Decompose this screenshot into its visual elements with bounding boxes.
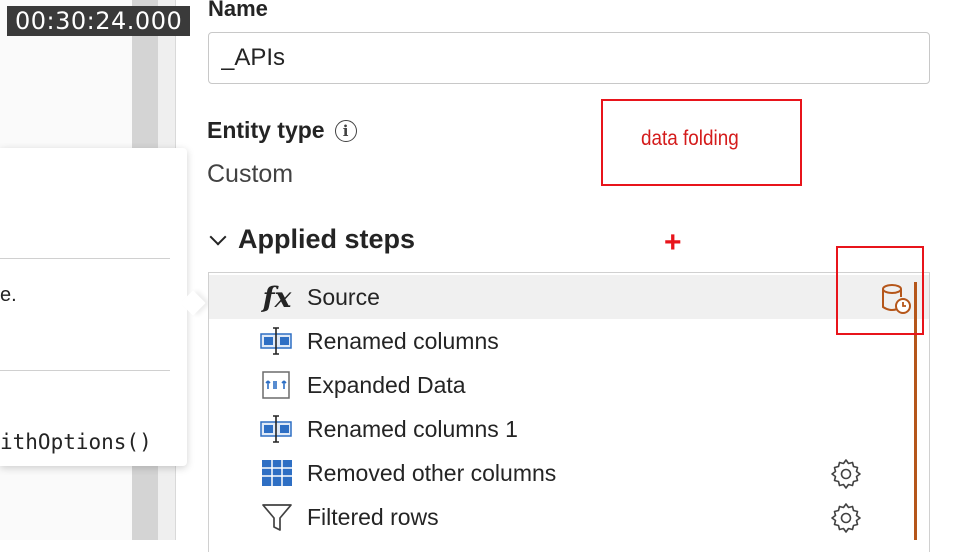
step-renamed-columns-1[interactable]: Renamed columns 1 bbox=[209, 407, 929, 451]
step-label: Filtered rows bbox=[307, 503, 439, 530]
step-source[interactable]: fx Source bbox=[209, 275, 929, 319]
step-label: Renamed columns bbox=[307, 327, 499, 354]
step-renamed-columns[interactable]: Renamed columns bbox=[209, 319, 929, 363]
step-filtered-rows[interactable]: Filtered rows bbox=[209, 495, 929, 539]
annotation-plus: + bbox=[664, 226, 682, 259]
applied-steps-list: fx Source Renamed columns Expanded Data … bbox=[208, 272, 930, 552]
tooltip-arrow bbox=[180, 290, 206, 316]
name-label: Name bbox=[208, 0, 268, 21]
step-label: Renamed columns 1 bbox=[307, 415, 518, 442]
fx-icon: fx bbox=[262, 280, 292, 314]
tooltip-description-text: e. bbox=[0, 284, 17, 306]
filter-icon bbox=[259, 501, 295, 533]
tooltip-divider bbox=[0, 258, 170, 259]
gear-icon[interactable] bbox=[829, 501, 863, 535]
step-label: Source bbox=[307, 283, 380, 310]
step-removed-other-columns[interactable]: Removed other columns bbox=[209, 451, 929, 495]
step-label: Expanded Data bbox=[307, 371, 466, 398]
query-name-input[interactable] bbox=[208, 32, 930, 84]
tooltip-function-signature: ithOptions() bbox=[0, 430, 152, 454]
tooltip-divider bbox=[0, 370, 170, 371]
applied-steps-header[interactable]: Applied steps bbox=[208, 224, 415, 255]
table-icon bbox=[259, 457, 295, 489]
entity-type-label: Entity type i bbox=[207, 117, 357, 144]
video-timestamp: 00:30:24.000 bbox=[7, 6, 191, 36]
applied-steps-title: Applied steps bbox=[238, 224, 416, 254]
rename-columns-icon bbox=[259, 413, 295, 445]
expand-icon bbox=[259, 369, 295, 401]
annotation-note: data folding bbox=[641, 127, 739, 150]
annotation-box-folding-indicator bbox=[836, 246, 924, 335]
step-expanded-data[interactable]: Expanded Data bbox=[209, 363, 929, 407]
rename-columns-icon bbox=[259, 325, 295, 357]
gear-icon[interactable] bbox=[829, 457, 863, 491]
function-tooltip: e. ithOptions() bbox=[0, 148, 206, 466]
entity-type-label-text: Entity type bbox=[207, 117, 325, 143]
entity-type-value: Custom bbox=[207, 160, 294, 188]
chevron-down-icon[interactable] bbox=[209, 228, 227, 245]
step-label: Removed other columns bbox=[307, 459, 557, 486]
info-icon[interactable]: i bbox=[334, 119, 357, 142]
